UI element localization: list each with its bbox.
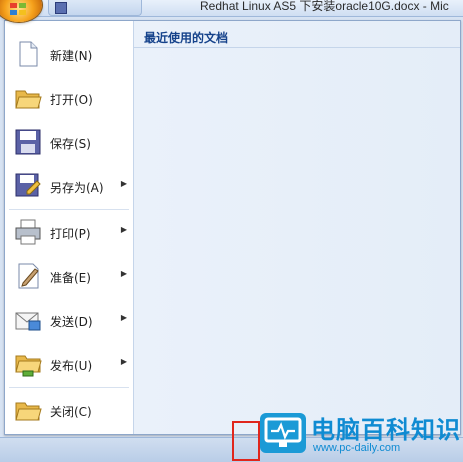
quick-access-toolbar[interactable] [48,0,142,16]
menu-item-print[interactable]: 打印(P) ▶ [5,210,133,254]
menu-item-label: 打印(P) [50,227,91,241]
publish-folder-icon [15,355,42,377]
watermark-title: 电脑百科知识 [311,416,461,444]
menu-item-label: 发送(D) [50,315,93,329]
recent-documents-pane: 最近使用的文档 [134,21,460,434]
menu-item-prepare[interactable]: 准备(E) ▶ [5,254,133,298]
menu-item-open[interactable]: 打开(O) [5,76,133,120]
open-folder-icon [15,90,42,109]
close-folder-icon [15,402,42,421]
menu-item-label: 关闭(C) [50,405,92,419]
monitor-logo-icon [260,413,306,453]
save-disk-icon [15,129,41,155]
recent-documents-header: 最近使用的文档 [134,21,460,48]
submenu-arrow-icon: ▶ [120,357,127,366]
menu-item-close[interactable]: 关闭(C) [5,388,133,432]
prepare-pen-icon [18,263,39,289]
watermark: 电脑百科知识 www.pc-daily.com [245,400,463,461]
watermark-url: www.pc-daily.com [313,442,401,454]
menu-item-save[interactable]: 保存(S) [5,120,133,164]
menu-item-label: 准备(E) [50,271,91,285]
submenu-arrow-icon: ▶ [120,313,127,322]
office-logo-icon [10,3,26,15]
menu-item-label: 打开(O) [50,93,93,107]
office-menu: 新建(N) 打开(O) 保存(S) 另存为(A) ▶ 打印(P) ▶ 准备(E)… [4,20,461,435]
save-as-icon [15,173,41,197]
menu-item-send[interactable]: 发送(D) ▶ [5,298,133,342]
menu-item-label: 新建(N) [50,49,93,63]
menu-item-new[interactable]: 新建(N) [5,32,133,76]
printer-icon [15,219,41,245]
menu-commands: 新建(N) 打开(O) 保存(S) 另存为(A) ▶ 打印(P) ▶ 准备(E)… [5,21,134,434]
quick-save-icon[interactable] [55,2,67,14]
office-button[interactable] [0,0,42,22]
new-document-icon [19,41,38,67]
window-title: Redhat Linux AS5 下安装oracle10G.docx - Mic [200,0,449,13]
menu-item-label: 另存为(A) [50,181,104,195]
submenu-arrow-icon: ▶ [120,225,127,234]
menu-item-label: 发布(U) [50,359,93,373]
menu-item-save-as[interactable]: 另存为(A) ▶ [5,164,133,208]
menu-item-publish[interactable]: 发布(U) ▶ [5,342,133,386]
recent-documents-title: 最近使用的文档 [144,31,229,45]
send-mail-icon [15,312,41,331]
title-bar: Redhat Linux AS5 下安装oracle10G.docx - Mic [0,0,463,17]
submenu-arrow-icon: ▶ [120,269,127,278]
menu-item-label: 保存(S) [50,137,91,151]
submenu-arrow-icon: ▶ [120,179,127,188]
